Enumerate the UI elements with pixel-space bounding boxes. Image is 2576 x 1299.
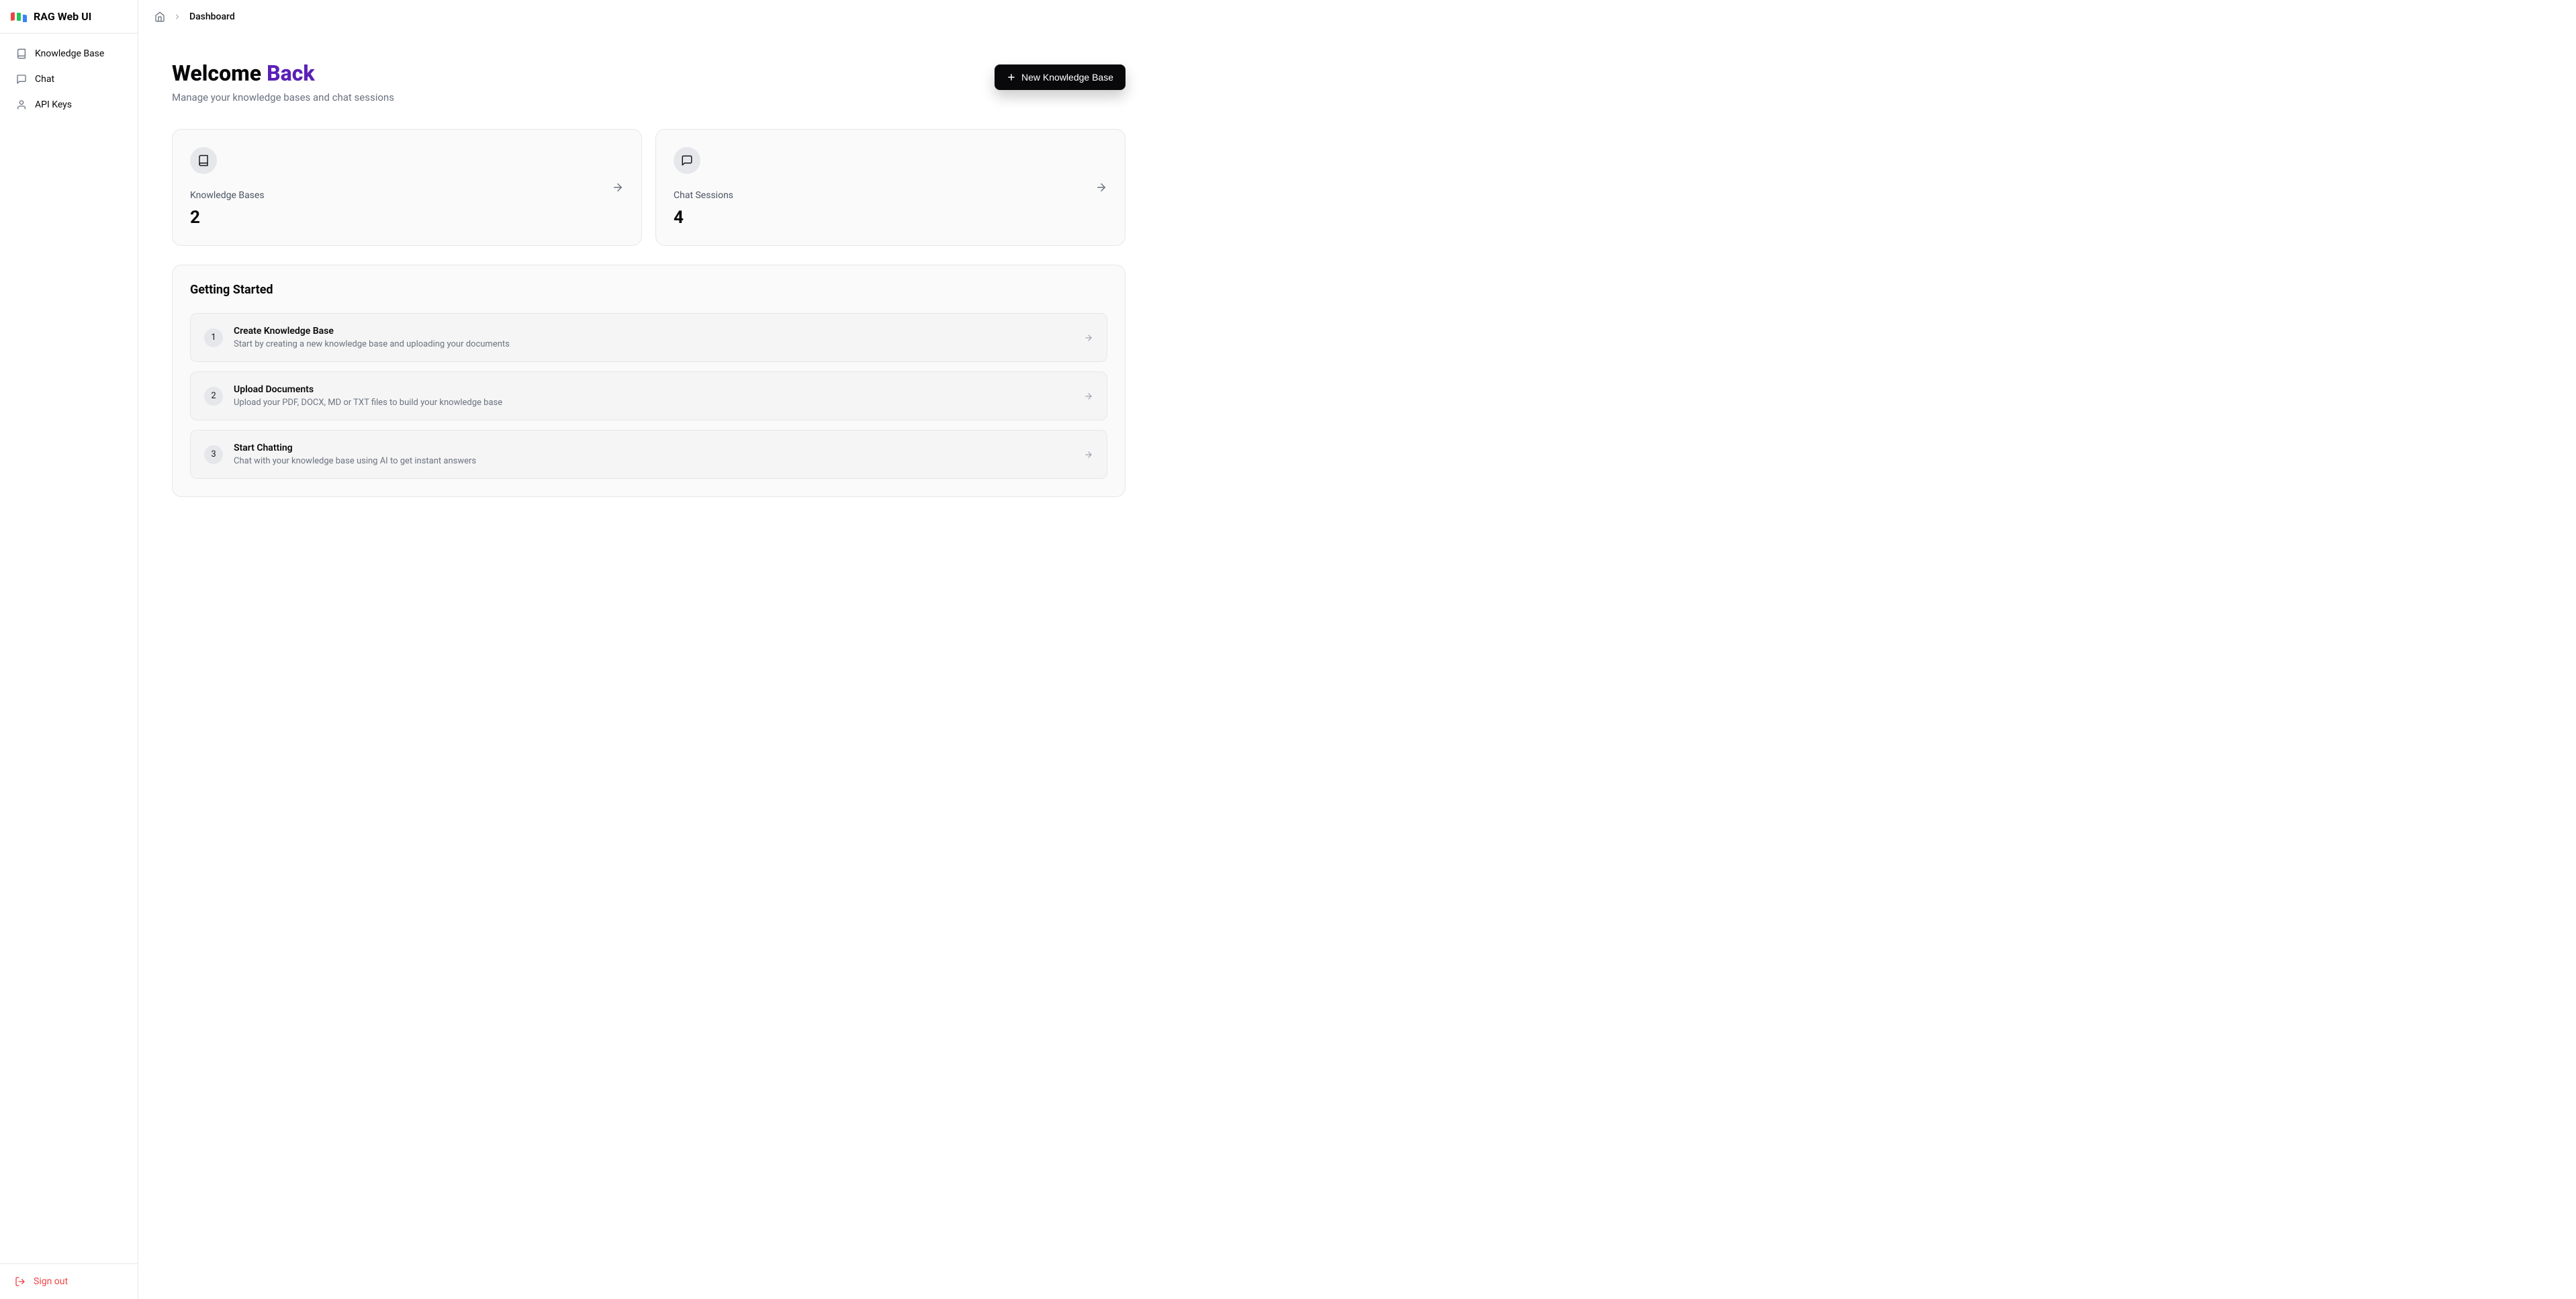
stat-value: 2: [190, 208, 265, 228]
signout-icon: [15, 1276, 26, 1287]
step-number: 1: [204, 328, 223, 347]
step-desc: Upload your PDF, DOCX, MD or TXT files t…: [234, 398, 1073, 408]
stat-body: Knowledge Bases 2: [190, 147, 265, 228]
signout-label: Sign out: [34, 1276, 68, 1287]
nav-label: API Keys: [35, 99, 72, 110]
chevron-right-icon: [173, 13, 181, 21]
nav-label: Knowledge Base: [35, 48, 104, 59]
sidebar-item-api-keys[interactable]: API Keys: [7, 93, 131, 117]
user-icon: [16, 99, 27, 110]
sidebar-footer: Sign out: [0, 1263, 138, 1299]
stat-card-chat-sessions[interactable]: Chat Sessions 4: [655, 129, 1125, 246]
stat-body: Chat Sessions 4: [674, 147, 733, 228]
step-number: 2: [204, 387, 223, 406]
page-header: Welcome Back Manage your knowledge bases…: [172, 60, 1125, 103]
arrow-right-icon: [1084, 450, 1093, 459]
stat-label: Knowledge Bases: [190, 190, 265, 201]
step-desc: Chat with your knowledge base using AI t…: [234, 456, 1073, 466]
step-title: Start Chatting: [234, 443, 1073, 453]
stat-value: 4: [674, 208, 733, 228]
topbar: Dashboard: [138, 0, 2576, 34]
stat-icon-wrap: [674, 147, 700, 174]
breadcrumb-current: Dashboard: [189, 11, 235, 22]
welcome-back-text: Back: [267, 60, 315, 86]
app-title: RAG Web UI: [34, 10, 91, 23]
content: Welcome Back Manage your knowledge bases…: [138, 34, 1159, 524]
sidebar-item-knowledge-base[interactable]: Knowledge Base: [7, 42, 131, 66]
arrow-right-icon: [612, 181, 624, 193]
step-title: Create Knowledge Base: [234, 326, 1073, 337]
step-start-chatting[interactable]: 3 Start Chatting Chat with your knowledg…: [190, 430, 1107, 479]
page-title-block: Welcome Back Manage your knowledge bases…: [172, 60, 394, 103]
new-knowledge-base-button[interactable]: New Knowledge Base: [995, 64, 1125, 90]
signout-button[interactable]: Sign out: [7, 1271, 131, 1292]
stat-label: Chat Sessions: [674, 190, 733, 201]
book-icon: [16, 48, 27, 59]
page-title: Welcome Back: [172, 60, 394, 86]
step-body: Upload Documents Upload your PDF, DOCX, …: [234, 384, 1073, 408]
arrow-right-icon: [1095, 181, 1107, 193]
arrow-right-icon: [1084, 392, 1093, 401]
sidebar: RAG Web UI Knowledge Base: [0, 0, 138, 1299]
step-title: Upload Documents: [234, 384, 1073, 395]
chat-icon: [681, 154, 693, 167]
nav-label: Chat: [35, 74, 54, 85]
app-logo: [11, 9, 27, 25]
arrow-right-icon: [1084, 333, 1093, 343]
main-content: Dashboard Welcome Back Manage your knowl…: [138, 0, 2576, 1299]
step-desc: Start by creating a new knowledge base a…: [234, 339, 1073, 349]
stats-row: Knowledge Bases 2: [172, 129, 1125, 246]
chat-icon: [16, 74, 27, 85]
step-upload-documents[interactable]: 2 Upload Documents Upload your PDF, DOCX…: [190, 371, 1107, 420]
new-kb-label: New Knowledge Base: [1021, 72, 1113, 83]
plus-icon: [1007, 73, 1016, 82]
getting-started: Getting Started 1 Create Knowledge Base …: [172, 265, 1125, 497]
step-body: Create Knowledge Base Start by creating …: [234, 326, 1073, 349]
book-icon: [197, 154, 210, 167]
getting-started-title: Getting Started: [190, 283, 1107, 297]
step-body: Start Chatting Chat with your knowledge …: [234, 443, 1073, 466]
sidebar-nav: Knowledge Base Chat API: [0, 34, 138, 1263]
step-create-knowledge-base[interactable]: 1 Create Knowledge Base Start by creatin…: [190, 313, 1107, 362]
sidebar-header: RAG Web UI: [0, 0, 138, 34]
stat-icon-wrap: [190, 147, 217, 174]
step-number: 3: [204, 445, 223, 464]
home-icon[interactable]: [154, 11, 165, 22]
welcome-text: Welcome: [172, 60, 267, 86]
stat-card-knowledge-bases[interactable]: Knowledge Bases 2: [172, 129, 642, 246]
page-subtitle: Manage your knowledge bases and chat ses…: [172, 91, 394, 103]
sidebar-item-chat[interactable]: Chat: [7, 67, 131, 91]
